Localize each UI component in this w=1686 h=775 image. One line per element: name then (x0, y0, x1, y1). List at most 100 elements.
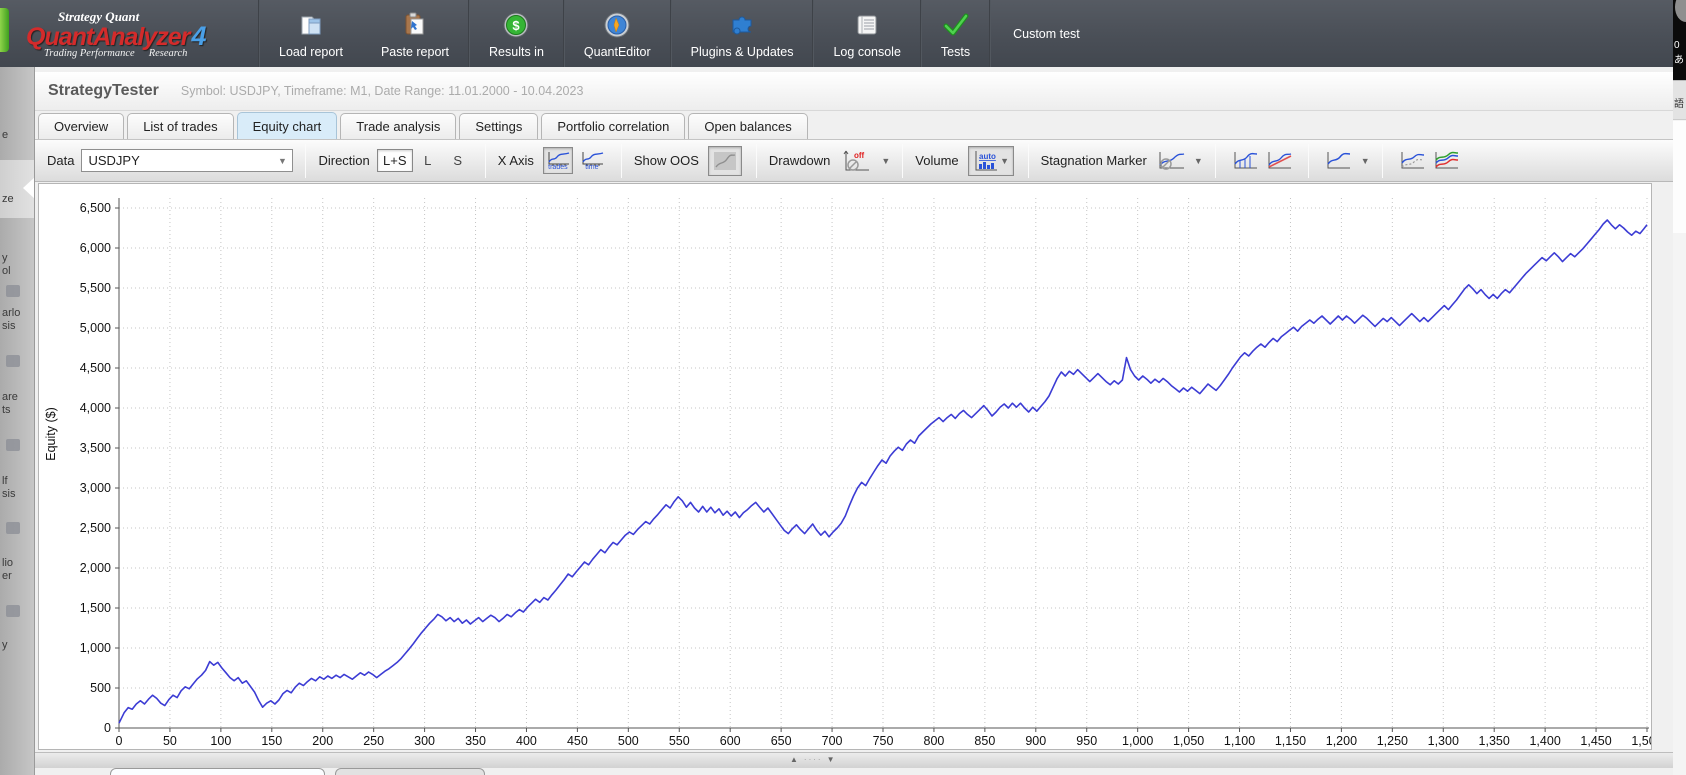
direction-option-s[interactable]: S (443, 149, 473, 172)
app-logo: Strategy Quant QuantAnalyzer4 Trading Pe… (0, 0, 258, 67)
tab-equity-chart[interactable]: Equity chart (236, 112, 338, 139)
svg-text:1,450: 1,450 (1580, 734, 1611, 748)
page-title: StrategyTester (48, 82, 159, 99)
control-separator (620, 143, 622, 178)
tab-portfolio-correlation[interactable]: Portfolio correlation (541, 113, 686, 139)
x-axis-trades-button[interactable]: trades (542, 147, 573, 174)
svg-text:2,000: 2,000 (80, 561, 111, 575)
left-sidebar: e ze y ol arlo sis are ts lf sis lio er … (0, 67, 35, 775)
quanteditor-button[interactable]: QuantEditor (565, 0, 670, 67)
sidebar-item-fragment[interactable]: lio (2, 557, 13, 569)
svg-text:800: 800 (924, 734, 945, 748)
svg-text:500: 500 (90, 681, 111, 695)
load-report-button[interactable]: Load report (260, 0, 362, 67)
svg-text:2,500: 2,500 (80, 521, 111, 535)
splitter-dots: ···· (803, 755, 823, 764)
sidebar-selected-arrow-icon (23, 177, 34, 199)
sidebar-item-fragment[interactable]: ze (2, 193, 14, 205)
svg-text:4,500: 4,500 (80, 361, 111, 375)
sidebar-item-fragment[interactable]: y (2, 252, 8, 264)
sidebar-item-fragment[interactable]: lf (2, 475, 8, 487)
svg-text:3,500: 3,500 (80, 441, 111, 455)
collapse-down-icon[interactable]: ▼ (827, 755, 837, 764)
load-report-icon (297, 9, 325, 41)
direction-option-ls[interactable]: L+S (376, 149, 413, 172)
multi-series-chart-icon (1435, 151, 1458, 168)
results-in-button[interactable]: $ Results in (470, 0, 563, 67)
brand-subtitle: Trading Performance Research (44, 47, 188, 59)
svg-text:1,100: 1,100 (1224, 734, 1255, 748)
tests-button[interactable]: Tests (922, 0, 989, 67)
chart-control-bar: Data USDJPY ▼ Direction L+S L S X Axis t… (35, 140, 1673, 182)
svg-text:6,500: 6,500 (80, 201, 111, 215)
svg-text:5,000: 5,000 (80, 321, 111, 335)
time-caption: time (585, 163, 599, 171)
sidebar-item-fragment[interactable]: sis (2, 488, 15, 500)
results-coin-icon: $ (502, 9, 530, 41)
sidebar-item-fragment[interactable]: er (2, 570, 12, 582)
multi-series-chart-button[interactable] (1431, 147, 1461, 174)
paste-report-button[interactable]: Paste report (362, 0, 468, 67)
sidebar-item-fragment[interactable]: ts (2, 404, 11, 416)
data-dropdown-value: USDJPY (88, 153, 140, 168)
svg-text:4,000: 4,000 (80, 401, 111, 415)
x-axis-label: X Axis (497, 153, 534, 168)
sidebar-item-icon (6, 439, 20, 451)
direction-option-l[interactable]: L (413, 149, 443, 172)
log-console-button[interactable]: Log console (814, 0, 919, 67)
tab-open-balances[interactable]: Open balances (688, 113, 808, 139)
control-separator (1307, 143, 1309, 178)
splitter-collapse-control[interactable]: ▲ ···· ▼ (790, 755, 837, 764)
control-separator (755, 143, 757, 178)
tab-list-of-trades[interactable]: List of trades (127, 113, 234, 139)
volume-dropdown-arrow[interactable]: ▼ (1000, 156, 1009, 166)
volume-mode-button[interactable]: auto ▼ (967, 145, 1014, 176)
sidebar-item-fragment[interactable]: arlo (2, 307, 20, 319)
bottom-partial-tab[interactable] (110, 768, 325, 775)
equity-with-trend-chart-button[interactable] (1264, 147, 1294, 174)
x-axis-time-button[interactable]: time (577, 147, 607, 174)
svg-text:1,000: 1,000 (1122, 734, 1153, 748)
tab-overview[interactable]: Overview (38, 113, 125, 139)
drawdown-mode-button[interactable]: off (839, 147, 873, 174)
background-window-avatar (1675, 0, 1686, 22)
svg-text:650: 650 (771, 734, 792, 748)
equity-trend-chart-icon (1268, 151, 1292, 168)
tab-bar: Overview List of trades Equity chart Tra… (35, 111, 1673, 140)
sidebar-item-fragment[interactable]: ol (2, 265, 11, 277)
sidebar-item-icon (6, 605, 20, 617)
app-window: Strategy Quant QuantAnalyzer4 Trading Pe… (0, 0, 1686, 775)
sidebar-item-fragment[interactable]: sis (2, 320, 15, 332)
svg-text:1,400: 1,400 (1529, 734, 1560, 748)
svg-text:3,000: 3,000 (80, 481, 111, 495)
chart-type-dropdown-arrow[interactable]: ▼ (1361, 156, 1370, 166)
show-oos-toggle[interactable] (707, 145, 742, 176)
stagnation-marker-button[interactable] (1156, 147, 1186, 174)
svg-text:900: 900 (1025, 734, 1046, 748)
equity-drops-chart-icon (1234, 151, 1257, 168)
equity-with-drops-chart-button[interactable] (1230, 147, 1260, 174)
bottom-partial-tab[interactable] (335, 768, 485, 775)
svg-text:1,300: 1,300 (1428, 734, 1459, 748)
top-toolbar: Strategy Quant QuantAnalyzer4 Trading Pe… (0, 0, 1673, 67)
equity-line-chart-button[interactable] (1323, 147, 1353, 174)
collapse-up-icon[interactable]: ▲ (790, 755, 800, 764)
volume-auto-icon: auto (975, 150, 998, 170)
svg-text:Equity ($): Equity ($) (44, 407, 58, 461)
drawdown-dropdown-arrow[interactable]: ▼ (881, 156, 890, 166)
custom-test-label[interactable]: Custom test (991, 0, 1080, 67)
tab-trade-analysis[interactable]: Trade analysis (340, 113, 457, 139)
plugins-updates-button[interactable]: Plugins & Updates (672, 0, 813, 67)
svg-text:auto: auto (979, 152, 996, 161)
sidebar-item-fragment[interactable]: y (2, 639, 8, 651)
sidebar-item-fragment[interactable]: e (2, 129, 8, 141)
strategy-tester-header: StrategyTester Symbol: USDJPY, Timeframe… (35, 72, 1673, 111)
sidebar-item-fragment[interactable]: are (2, 391, 18, 403)
tab-settings[interactable]: Settings (459, 113, 539, 139)
paste-report-icon (401, 9, 429, 41)
compare-lines-chart-button[interactable] (1397, 147, 1427, 174)
page-subtitle: Symbol: USDJPY, Timeframe: M1, Date Rang… (180, 84, 584, 98)
data-dropdown[interactable]: USDJPY ▼ (81, 149, 294, 172)
sidebar-item-icon (6, 355, 20, 367)
stagnation-dropdown-arrow[interactable]: ▼ (1194, 156, 1203, 166)
